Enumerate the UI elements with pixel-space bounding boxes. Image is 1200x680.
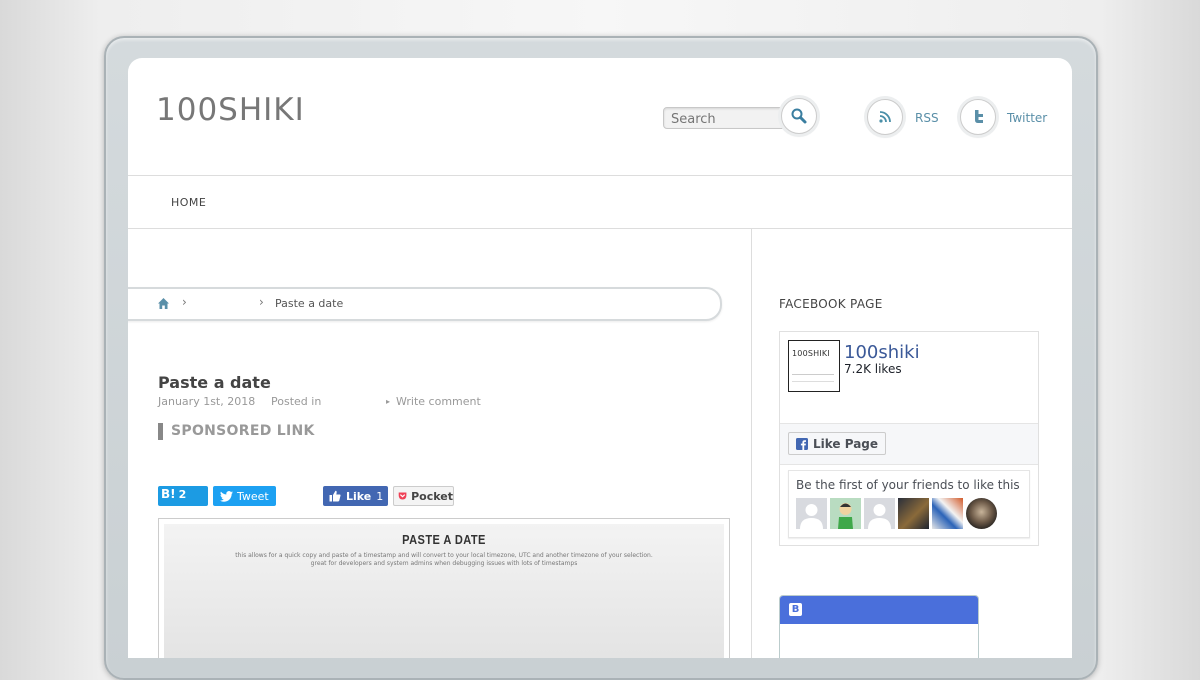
sponsored-link-heading: SPONSORED LINK bbox=[158, 423, 315, 440]
facebook-like-page-label: Like Page bbox=[813, 436, 879, 451]
facebook-friends-panel: Be the first of your friends to like thi… bbox=[788, 470, 1030, 538]
facebook-thumb-lines bbox=[792, 374, 834, 375]
facebook-page-thumbnail[interactable]: 100SHIKI bbox=[788, 340, 840, 392]
rss-icon bbox=[879, 111, 891, 123]
facebook-like-button[interactable]: Like 1 bbox=[323, 486, 388, 506]
facebook-like-page-button[interactable]: Like Page bbox=[788, 432, 886, 455]
facebook-page-widget: 100SHIKI 100shiki 7.2K likes Like Page B… bbox=[779, 331, 1039, 546]
caret-right-icon: ▸ bbox=[386, 397, 391, 406]
breadcrumb-current: Paste a date bbox=[275, 297, 344, 310]
home-icon[interactable] bbox=[157, 297, 170, 310]
twitter-link[interactable]: Twitter bbox=[1007, 111, 1047, 125]
facebook-like-bar: Like Page bbox=[780, 423, 1038, 465]
write-comment-link[interactable]: Write comment bbox=[396, 395, 481, 408]
post-title: Paste a date bbox=[158, 373, 271, 392]
character-avatar-icon bbox=[838, 503, 853, 529]
pocket-button[interactable]: Pocket bbox=[393, 486, 454, 506]
avatar[interactable] bbox=[864, 498, 895, 529]
posted-in-label: Posted in bbox=[271, 395, 322, 408]
facebook-page-header: 100SHIKI 100shiki 7.2K likes bbox=[780, 332, 1038, 422]
post-screenshot: PASTE A DATE this allows for a quick cop… bbox=[158, 518, 730, 658]
hatena-b-icon: B! bbox=[161, 487, 176, 501]
avatar[interactable] bbox=[966, 498, 997, 529]
post-date: January 1st, 2018 bbox=[158, 395, 256, 408]
screenshot-desc-line1: this allows for a quick copy and paste o… bbox=[235, 552, 653, 559]
like-count: 1 bbox=[376, 489, 384, 503]
twitter-t-icon bbox=[975, 110, 983, 123]
thumbs-up-icon bbox=[329, 490, 341, 502]
hatena-count: 2 bbox=[178, 487, 187, 501]
default-avatar-icon bbox=[868, 504, 891, 529]
avatar[interactable] bbox=[898, 498, 929, 529]
hatena-b-icon[interactable]: B bbox=[789, 603, 802, 616]
hatena-blog-widget: B bbox=[779, 595, 979, 658]
facebook-f-icon bbox=[796, 437, 808, 450]
tweet-button[interactable]: Tweet bbox=[213, 486, 276, 506]
twitter-button[interactable] bbox=[960, 99, 996, 135]
facebook-thumb-lines bbox=[792, 381, 834, 382]
breadcrumb: › › Paste a date bbox=[128, 287, 722, 321]
facebook-page-name[interactable]: 100shiki bbox=[844, 342, 920, 363]
hatena-bookmark-button[interactable]: B! 2 bbox=[158, 486, 208, 506]
nav-item-home[interactable]: HOME bbox=[171, 196, 206, 209]
search-button[interactable] bbox=[781, 98, 817, 134]
facebook-thumb-logo: 100SHIKI bbox=[792, 349, 830, 358]
like-label: Like bbox=[346, 489, 372, 503]
pocket-label: Pocket bbox=[411, 489, 453, 503]
search-icon bbox=[791, 108, 807, 124]
rss-link[interactable]: RSS bbox=[915, 111, 939, 125]
search-box bbox=[663, 107, 789, 130]
avatar[interactable] bbox=[796, 498, 827, 529]
avatar[interactable] bbox=[830, 498, 861, 529]
rss-button[interactable] bbox=[867, 99, 903, 135]
chevron-right-icon: › bbox=[259, 295, 264, 309]
tweet-label: Tweet bbox=[237, 489, 269, 503]
header-divider bbox=[128, 175, 1072, 176]
screenshot-desc-line2: great for developers and system admins w… bbox=[310, 560, 578, 567]
screenshot-title: PASTE A DATE bbox=[402, 532, 486, 547]
facebook-friends-text: Be the first of your friends to like thi… bbox=[796, 478, 1020, 492]
page-container: 100SHIKI RSS Twitter HOME › › Paste a da… bbox=[128, 58, 1072, 658]
facebook-likes-count: 7.2K likes bbox=[844, 362, 902, 376]
hatena-widget-header: B bbox=[780, 596, 978, 624]
site-title[interactable]: 100SHIKI bbox=[156, 92, 305, 128]
twitter-bird-icon bbox=[220, 490, 233, 502]
nav-divider bbox=[128, 228, 1072, 229]
screenshot-image: PASTE A DATE this allows for a quick cop… bbox=[164, 524, 724, 658]
pocket-icon bbox=[398, 492, 407, 500]
search-input[interactable] bbox=[664, 109, 788, 130]
chevron-right-icon: › bbox=[182, 295, 187, 309]
sidebar-divider bbox=[751, 228, 752, 658]
facebook-page-heading: FACEBOOK PAGE bbox=[779, 297, 883, 311]
default-avatar-icon bbox=[800, 504, 823, 529]
avatar[interactable] bbox=[932, 498, 963, 529]
